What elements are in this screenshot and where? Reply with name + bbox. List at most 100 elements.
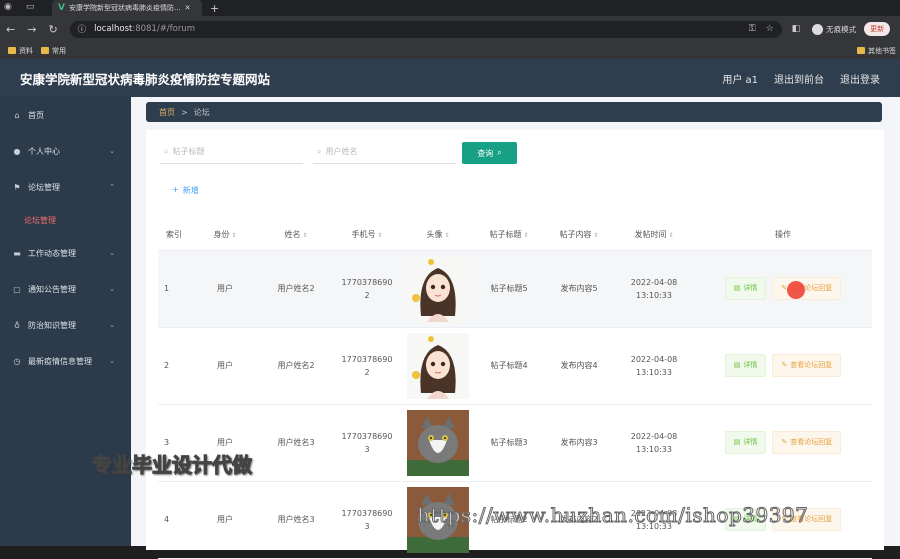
bookmark-label: 常用 (52, 46, 66, 55)
sidebar-item-label: 通知公告管理 (28, 284, 76, 294)
table-row[interactable]: 3 用户 用户姓名3 1770378690 3 帖子标题3 发布内容3 2022-04-08 1… (158, 404, 872, 482)
sidebar-item-label: 个人中心 (28, 146, 60, 156)
reload-icon[interactable]: ↻ (48, 23, 57, 36)
tab-close-icon[interactable]: ✕ (185, 4, 191, 12)
col-actions: 操作 (694, 220, 872, 251)
view-reply-button[interactable]: ✎ 查看论坛回复 (772, 431, 842, 454)
sidebar-item-epidemic[interactable]: ◷ 最新疫情信息管理 ⌄ (0, 343, 131, 379)
sidebar-item-profile[interactable]: ● 个人中心 ⌄ (0, 133, 131, 169)
logout-link[interactable]: 退出登录 (840, 71, 880, 86)
table-row[interactable]: 1 用户 用户姓名2 1770378690 2 帖子标题5 发布内容5 2022-04-08 1… (158, 250, 872, 328)
col-name[interactable]: 姓名 ⇕ (260, 220, 332, 251)
incognito-indicator[interactable]: 无痕模式 (812, 23, 856, 35)
bookmark-folder-2[interactable]: 常用 (41, 46, 66, 56)
info-icon[interactable]: ⓘ (78, 23, 87, 35)
key-icon[interactable]: ⚿ (749, 24, 756, 34)
chevron-up-icon: ⌃ (109, 183, 115, 191)
bookmark-label: 资料 (19, 46, 33, 55)
back-to-front-link[interactable]: 退出到前台 (774, 71, 824, 86)
sidepanel-icon[interactable]: ◧ (792, 24, 801, 34)
name-search-input[interactable]: ⌕ 用户姓名 (313, 140, 456, 164)
col-time[interactable]: 发帖时间 ⇕ (614, 220, 694, 251)
folder-icon (857, 47, 865, 54)
star-icon[interactable]: ☆ (766, 24, 774, 34)
breadcrumb-current: 论坛 (193, 107, 210, 117)
sidebar-item-label: 防治知识管理 (28, 320, 76, 330)
folder-icon (8, 47, 16, 54)
sidebar-item-knowledge[interactable]: ♁ 防治知识管理 ⌄ (0, 307, 131, 343)
sidebar-item-home[interactable]: ⌂ 首页 (0, 97, 131, 133)
main-content: 首页 > 论坛 ⌕ 帖子标题 ⌕ 用户姓名 查询 ⌕ + 新增 索引 身份 ⇕ 姓… (131, 97, 900, 559)
name-search-placeholder: 用户姓名 (325, 147, 358, 156)
card-icon: ▬ (13, 248, 21, 258)
url-host: localhost (94, 24, 133, 34)
sidebar-item-work[interactable]: ▬ 工作动态管理 ⌄ (0, 235, 131, 271)
avatar-girl-image (407, 332, 469, 399)
detail-button[interactable]: ▤ 详情 (724, 277, 767, 300)
cell-time: 2022-04-08 13:10:33 (614, 327, 694, 405)
title-search-input[interactable]: ⌕ 帖子标题 (160, 140, 303, 164)
forward-arrow-icon[interactable]: → (27, 23, 36, 36)
query-button[interactable]: 查询 ⌕ (462, 142, 517, 164)
col-avatar[interactable]: 头像 ⇕ (402, 220, 474, 251)
sidebar-item-label: 工作动态管理 (28, 248, 76, 258)
col-role[interactable]: 身份 ⇕ (190, 220, 260, 251)
col-content[interactable]: 帖子内容 ⇕ (544, 220, 614, 251)
col-index: 索引 (158, 220, 190, 251)
sort-icon: ⇕ (444, 232, 450, 240)
cell-index: 1 (158, 250, 190, 328)
sidebar-item-forum[interactable]: ⚑ 论坛管理 ⌃ (0, 169, 131, 205)
view-reply-button[interactable]: ✎ 查看论坛回复 (772, 354, 842, 377)
breadcrumb-home[interactable]: 首页 (159, 107, 175, 118)
new-tab-icon[interactable]: + (210, 2, 219, 15)
sort-icon: ⇕ (593, 232, 599, 240)
other-bookmarks[interactable]: 其他书签 (857, 46, 896, 56)
cell-actions: ▤ 详情 ✎ 查看论坛回复 (694, 327, 872, 405)
cursor-highlight (787, 281, 805, 299)
col-title[interactable]: 帖子标题 ⇕ (474, 220, 544, 251)
avatar-cat-image (407, 409, 469, 476)
sidebar-item-notice[interactable]: ▢ 通知公告管理 ⌄ (0, 271, 131, 307)
watermark-text: 专业毕业设计代做 (92, 453, 253, 478)
nav-buttons: ← → ↻ (6, 23, 58, 36)
tab-search-icon[interactable]: ▭ (26, 2, 35, 12)
header-actions: 用户 a1 退出到前台 退出登录 (722, 71, 880, 86)
sidebar-item-label: 最新疫情信息管理 (28, 356, 92, 366)
cell-role: 用户 (190, 481, 260, 559)
cell-title: 帖子标题3 (474, 404, 544, 482)
flag-icon: ⚑ (13, 182, 21, 192)
sort-icon: ⇕ (302, 232, 308, 240)
cell-phone: 1770378690 2 (332, 327, 402, 405)
cell-name: 用户姓名2 (260, 327, 332, 405)
address-bar: ← → ↻ ⓘ localhost:8081/#/forum ⚿ ☆ ◧ 无痕模… (0, 16, 900, 42)
tab-title: 安康学院新型冠状病毒肺炎疫情防... (68, 4, 181, 12)
title-search-placeholder: 帖子标题 (172, 147, 205, 156)
sidebar-subitem-forum-manage[interactable]: 论坛管理 (0, 205, 131, 235)
chevron-down-icon: ⌄ (109, 357, 115, 365)
bookmark-folder-1[interactable]: 资料 (8, 46, 33, 56)
avatar-girl-image (407, 255, 469, 322)
forum-panel: ⌕ 帖子标题 ⌕ 用户姓名 查询 ⌕ + 新增 索引 身份 ⇕ 姓名 ⇕ 手机号 ⇕ … (146, 130, 884, 559)
sidebar: ⌂ 首页 ● 个人中心 ⌄ ⚑ 论坛管理 ⌃ 论坛管理 ▬ 工作动态管理 ⌄ ▢… (0, 97, 131, 546)
sort-icon: ⇕ (231, 232, 237, 240)
cell-time: 2022-04-08 13:10:33 (614, 404, 694, 482)
cell-index: 4 (158, 481, 190, 559)
detail-button[interactable]: ▤ 详情 (724, 354, 767, 377)
url-input[interactable]: ⓘ localhost:8081/#/forum ⚿ ☆ (69, 20, 782, 38)
cell-content: 发布内容5 (544, 250, 614, 328)
back-arrow-icon[interactable]: ← (6, 23, 15, 36)
phone-line-1: 1770378690 (341, 354, 393, 364)
view-reply-button[interactable]: ✎ 查看论坛回复 (772, 277, 842, 300)
table-row[interactable]: 2 用户 用户姓名2 1770378690 2 帖子标题4 发布内容4 2022-04-08 1… (158, 327, 872, 405)
browser-menu-icon[interactable]: ◉ (4, 2, 12, 12)
post-time: 13:10:33 (636, 367, 672, 377)
post-date: 2022-04-08 (630, 431, 678, 441)
browser-tab-active[interactable]: V 安康学院新型冠状病毒肺炎疫情防... ✕ (52, 0, 202, 16)
update-button[interactable]: 更新 (864, 22, 891, 36)
cell-name: 用户姓名2 (260, 250, 332, 328)
sort-icon: ⇕ (523, 232, 529, 240)
detail-button[interactable]: ▤ 详情 (724, 431, 767, 454)
col-phone[interactable]: 手机号 ⇕ (332, 220, 402, 251)
clock-icon: ◷ (13, 356, 21, 366)
add-button[interactable]: + 新增 (172, 185, 199, 196)
